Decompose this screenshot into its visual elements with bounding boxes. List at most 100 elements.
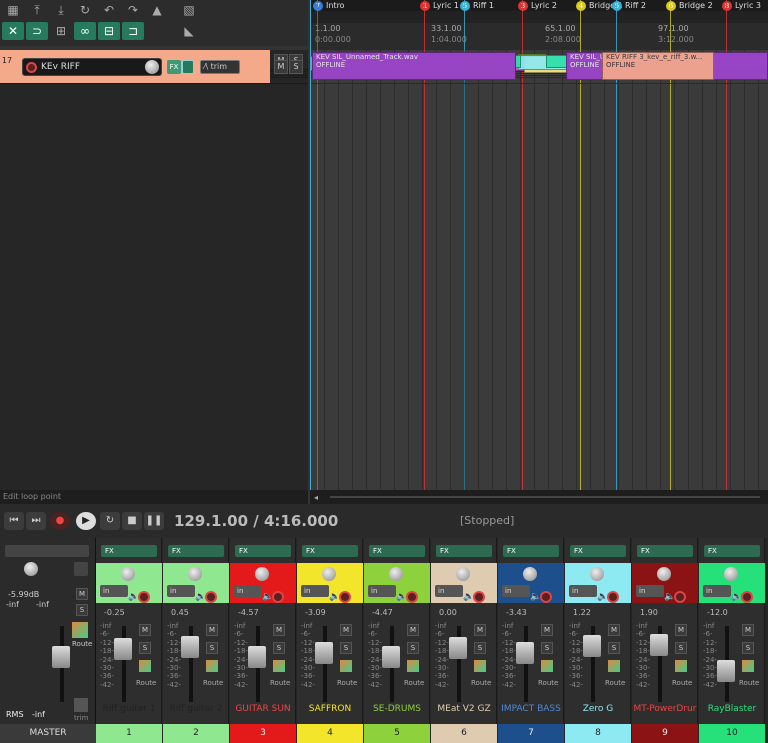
scroll-left-icon[interactable]: ◂ (314, 493, 318, 502)
record-arm-icon[interactable] (26, 62, 37, 73)
input-button[interactable]: in (368, 585, 396, 597)
master-fader-cap[interactable] (52, 646, 70, 668)
solo-button[interactable]: S (608, 642, 620, 654)
timeline-ruler[interactable]: 7 Intro 1 Lyric 1 5 Riff 1 3 Lyric 2 4 Bridge 15R… (310, 0, 768, 50)
repeat-icon[interactable]: ↻ (100, 512, 120, 530)
solo-button[interactable]: S (541, 642, 553, 654)
fx-slot[interactable]: FX (637, 545, 693, 557)
fx-slot[interactable]: FX (436, 545, 492, 557)
media-item[interactable]: KEV RIFF 3_kev_e_riff_3.w... OFFLINE (602, 52, 714, 80)
record-icon[interactable]: ● (50, 512, 70, 530)
input-button[interactable]: in (167, 585, 195, 597)
solo-button[interactable]: S (407, 642, 419, 654)
record-arm-icon[interactable] (272, 591, 284, 603)
open-icon[interactable]: ⤓ (50, 1, 72, 19)
input-button[interactable]: in (435, 585, 463, 597)
solo-button[interactable]: S (340, 642, 352, 654)
fx-button[interactable]: FX (167, 60, 181, 74)
pan-knob[interactable] (255, 567, 269, 581)
media-item[interactable]: KEV SIL_Unnamed_Track.wavOFFLINE (312, 52, 516, 80)
volume-fader-track[interactable] (524, 626, 528, 702)
pan-knob[interactable] (590, 567, 604, 581)
redo-icon[interactable]: ↷ (122, 1, 144, 19)
horizontal-scrollbar[interactable]: ◂ (310, 490, 768, 504)
mute-button[interactable]: M (675, 624, 687, 636)
loop-icon[interactable]: ⊐ (122, 22, 144, 40)
master-mute-button[interactable]: M (76, 588, 88, 600)
pan-knob[interactable] (456, 567, 470, 581)
mute-button[interactable]: M (742, 624, 754, 636)
solo-button[interactable]: S (675, 642, 687, 654)
arrange-view[interactable]: 7 Intro 1 Lyric 1 5 Riff 1 3 Lyric 2 4 Bridge 15R… (310, 0, 768, 490)
undo-icon[interactable]: ↶ (98, 1, 120, 19)
track-name-box[interactable]: KEv RIFF (22, 58, 162, 76)
metronome-icon[interactable]: ▲ (146, 1, 168, 19)
input-button[interactable]: in (569, 585, 597, 597)
pan-knob[interactable] (657, 567, 671, 581)
mute-button[interactable]: M (139, 624, 151, 636)
fx-slot[interactable]: FX (570, 545, 626, 557)
ripple-icon[interactable]: ✕ (2, 22, 24, 40)
render-icon[interactable]: ↻ (74, 1, 96, 19)
master-trim-icon[interactable] (74, 698, 88, 712)
route-button[interactable]: Route (605, 679, 625, 687)
pan-knob[interactable] (389, 567, 403, 581)
fx-slot[interactable]: FX (503, 545, 559, 557)
master-route-button[interactable]: Route (72, 640, 92, 648)
record-arm-icon[interactable] (205, 591, 217, 603)
record-arm-icon[interactable] (406, 591, 418, 603)
input-button[interactable]: in (703, 585, 731, 597)
route-button[interactable]: Route (739, 679, 759, 687)
volume-fader-cap[interactable] (181, 636, 199, 658)
solo-button[interactable]: S (273, 642, 285, 654)
marker-riff-1[interactable]: 5 Riff 1 (460, 0, 494, 11)
item-lock-icon[interactable]: ⊟ (98, 22, 120, 40)
volume-fader-cap[interactable] (650, 634, 668, 656)
marker-lyric-2[interactable]: 3 Lyric 2 (518, 0, 557, 11)
volume-fader-track[interactable] (323, 626, 327, 702)
volume-fader-cap[interactable] (449, 637, 467, 659)
volume-fader-cap[interactable] (315, 642, 333, 664)
marker-riff-2[interactable]: 5 Riff 2 (612, 0, 646, 11)
solo-button[interactable]: S (289, 60, 303, 74)
input-button[interactable]: in (100, 585, 128, 597)
master-solo-button[interactable]: S (76, 604, 88, 616)
marker-lyric-3[interactable]: 8 Lyric 3 (722, 0, 761, 11)
fx-slot[interactable]: FX (704, 545, 760, 557)
grouping-icon[interactable]: ⊞ (50, 22, 72, 40)
envelope-icon[interactable]: ∞ (74, 22, 96, 40)
mute-button[interactable]: M (340, 624, 352, 636)
grid-icon[interactable]: ▦ (2, 1, 24, 19)
fx-bypass-icon[interactable] (182, 60, 194, 74)
mute-button[interactable]: M (206, 624, 218, 636)
record-arm-icon[interactable] (607, 591, 619, 603)
route-button[interactable]: Route (471, 679, 491, 687)
fx-slot[interactable]: FX (369, 545, 425, 557)
mute-button[interactable]: M (273, 624, 285, 636)
record-arm-icon[interactable] (741, 591, 753, 603)
master-fx-slot[interactable] (5, 545, 89, 557)
solo-button[interactable]: S (139, 642, 151, 654)
route-button[interactable]: Route (136, 679, 156, 687)
pan-knob[interactable] (322, 567, 336, 581)
go-start-icon[interactable]: ⏮ (4, 512, 24, 530)
pan-knob[interactable] (121, 567, 135, 581)
route-button[interactable]: Route (538, 679, 558, 687)
route-button[interactable]: Route (270, 679, 290, 687)
save-icon[interactable]: ⤒ (26, 1, 48, 19)
volume-fader-cap[interactable] (248, 646, 266, 668)
marker-lyric-1[interactable]: 1 Lyric 1 (420, 0, 459, 11)
trim-button[interactable]: ⁄\ trim (200, 60, 240, 74)
volume-fader-cap[interactable] (583, 635, 601, 657)
stop-icon[interactable]: ■ (122, 512, 142, 530)
record-arm-icon[interactable] (540, 591, 552, 603)
fx-slot[interactable]: FX (168, 545, 224, 557)
volume-fader-cap[interactable] (382, 646, 400, 668)
volume-fader-cap[interactable] (516, 642, 534, 664)
master-mono-icon[interactable] (74, 562, 88, 576)
pan-knob[interactable] (724, 567, 738, 581)
solo-button[interactable]: S (474, 642, 486, 654)
fx-slot[interactable]: FX (302, 545, 358, 557)
input-button[interactable]: in (301, 585, 329, 597)
play-icon[interactable]: ▶ (76, 512, 96, 530)
